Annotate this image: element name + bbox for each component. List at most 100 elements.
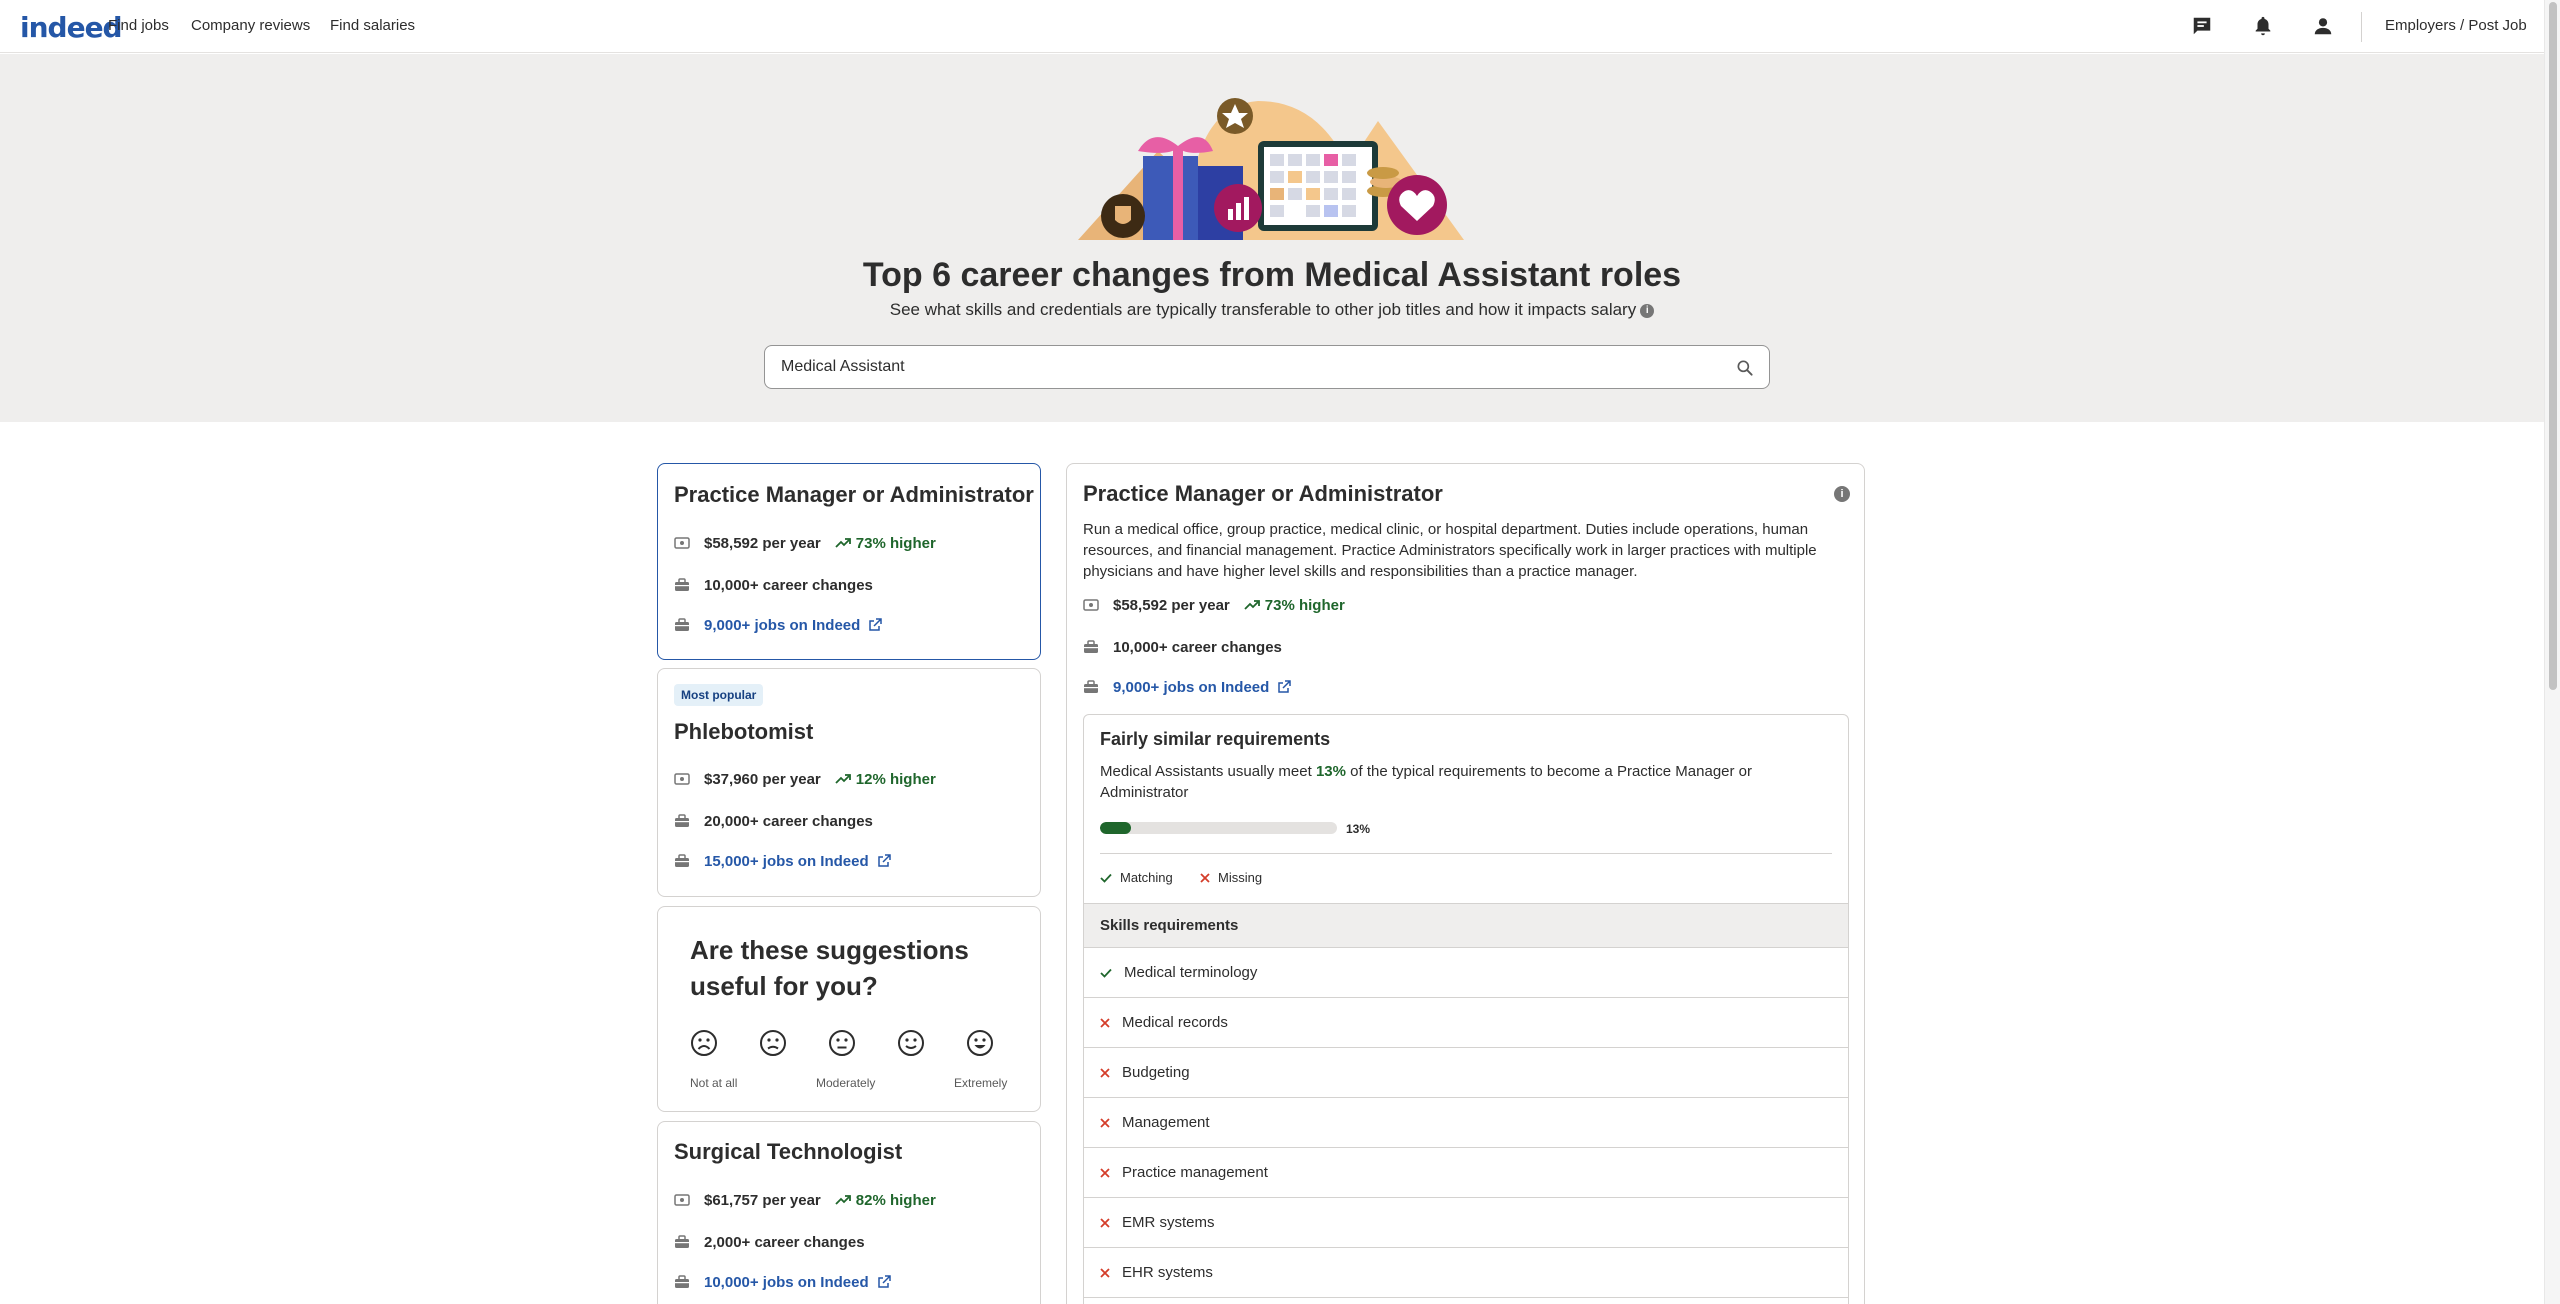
salary-comparison-text: 73% higher	[1264, 596, 1345, 614]
jobs-on-indeed-link[interactable]: 10,000+ jobs on Indeed	[704, 1274, 891, 1291]
employers-post-job-link[interactable]: Employers / Post Job	[2385, 17, 2527, 34]
legend-matching: Matching	[1100, 870, 1173, 885]
nav-company-reviews[interactable]: Company reviews	[191, 17, 310, 34]
career-card-title: Phlebotomist	[674, 719, 814, 744]
career-card-phlebotomist[interactable]: Most popular Phlebotomist $37,960 per ye…	[657, 668, 1041, 897]
salary-icon	[1083, 597, 1099, 613]
salary-icon	[674, 771, 690, 787]
jobs-on-indeed-link[interactable]: 9,000+ jobs on Indeed	[1113, 678, 1292, 696]
label-moderately: Moderately	[816, 1076, 876, 1090]
close-icon	[1100, 1067, 1110, 1078]
trending-up-icon	[835, 1195, 851, 1205]
skill-row: EMR systems	[1084, 1198, 1848, 1248]
indeed-logo[interactable]: indeed	[20, 11, 123, 44]
salary-row: $37,960 per year 12% higher	[674, 768, 936, 790]
close-icon	[1100, 1017, 1110, 1028]
legend-missing-label: Missing	[1218, 870, 1263, 885]
very-dissatisfied-face-icon[interactable]	[690, 1029, 718, 1057]
page-title: Top 6 career changes from Medical Assist…	[862, 256, 1682, 294]
skill-row: EHR systems	[1084, 1248, 1848, 1298]
jobs-on-indeed-link[interactable]: 15,000+ jobs on Indeed	[704, 853, 891, 870]
feedback-card: Are these suggestions useful for you? No…	[657, 906, 1041, 1112]
close-icon	[1100, 1267, 1110, 1278]
skill-row: Medical records	[1084, 998, 1848, 1048]
external-link-icon	[1278, 680, 1292, 693]
dissatisfied-face-icon[interactable]	[759, 1029, 787, 1057]
most-popular-badge: Most popular	[674, 684, 764, 706]
neutral-face-icon[interactable]	[828, 1029, 856, 1057]
label-extremely: Extremely	[954, 1076, 1008, 1090]
legend-matching-label: Matching	[1120, 870, 1173, 885]
jobs-on-indeed-link[interactable]: 9,000+ jobs on Indeed	[704, 616, 883, 634]
match-progress-fill	[1100, 822, 1131, 834]
skill-name: Medical records	[1122, 1014, 1228, 1031]
career-changes-value: 2,000+ career changes	[704, 1233, 865, 1251]
skill-name: Medical terminology	[1124, 964, 1258, 981]
detail-description: Run a medical office, group practice, me…	[1083, 521, 1817, 580]
nav-find-salaries[interactable]: Find salaries	[330, 17, 415, 34]
trending-up-icon	[835, 774, 851, 784]
notifications-icon[interactable]	[2250, 13, 2276, 39]
jobs-on-indeed-text: 9,000+ jobs on Indeed	[1113, 678, 1270, 696]
requirements-divider	[1100, 853, 1832, 854]
jobs-on-indeed-text: 9,000+ jobs on Indeed	[704, 616, 861, 634]
requirements-percent: 13%	[1315, 763, 1346, 780]
scrollbar-thumb[interactable]	[2549, 2, 2557, 690]
info-icon[interactable]: i	[1640, 303, 1655, 318]
skill-name: EHR systems	[1122, 1264, 1213, 1281]
satisfied-face-icon[interactable]	[897, 1029, 925, 1057]
skill-row: Budgeting	[1084, 1048, 1848, 1098]
salary-comparison: 73% higher	[1244, 597, 1345, 614]
feedback-question: Are these suggestions useful for you?	[690, 935, 969, 1001]
jobs-row: 9,000+ jobs on Indeed	[674, 614, 883, 636]
briefcase-icon	[674, 577, 690, 593]
skill-row: Medical terminology	[1084, 948, 1848, 998]
requirements-summary-start: Medical Assistants usually meet	[1100, 763, 1316, 780]
jobs-on-indeed-text: 10,000+ jobs on Indeed	[704, 1273, 869, 1291]
career-changes-row: 20,000+ career changes	[674, 810, 873, 832]
career-card-practice-manager[interactable]: Practice Manager or Administrator $58,59…	[657, 463, 1041, 660]
trending-up-icon	[835, 538, 851, 548]
messages-icon[interactable]	[2189, 13, 2215, 39]
info-icon[interactable]: i	[1834, 486, 1850, 502]
career-changes-row: 2,000+ career changes	[674, 1231, 865, 1253]
close-icon	[1100, 1117, 1110, 1128]
very-satisfied-face-icon[interactable]	[966, 1029, 994, 1057]
salary-value: $37,960 per year	[704, 770, 821, 788]
search-icon[interactable]	[1735, 358, 1755, 378]
career-changes-value: 10,000+ career changes	[704, 576, 873, 594]
page-subtitle-text: See what skills and credentials are typi…	[889, 300, 1637, 319]
skill-name: EMR systems	[1122, 1214, 1215, 1231]
career-card-title: Practice Manager or Administrator	[674, 482, 1034, 507]
skills-requirements-header: Skills requirements	[1084, 903, 1848, 948]
check-icon	[1100, 968, 1112, 978]
career-changes-row: 10,000+ career changes	[674, 574, 873, 596]
jobs-row: 10,000+ jobs on Indeed	[674, 1271, 891, 1293]
career-card-surgical-technologist[interactable]: Surgical Technologist $61,757 per year 8…	[657, 1121, 1041, 1304]
requirements-title: Fairly similar requirements	[1100, 729, 1331, 749]
page-subtitle: See what skills and credentials are typi…	[0, 300, 2544, 320]
requirements-summary: Medical Assistants usually meet 13% of t…	[1100, 761, 1800, 803]
briefcase-icon	[1083, 639, 1099, 655]
salary-value: $61,757 per year	[704, 1191, 821, 1209]
jobs-row: 9,000+ jobs on Indeed	[1083, 676, 1292, 698]
detail-title: Practice Manager or Administrator	[1083, 481, 1443, 506]
salary-comparison-text: 12% higher	[855, 770, 936, 788]
briefcase-icon	[1083, 679, 1099, 695]
briefcase-icon	[674, 853, 690, 869]
account-icon[interactable]	[2310, 13, 2336, 39]
search-input[interactable]	[781, 346, 1681, 388]
career-changes-row: 10,000+ career changes	[1083, 636, 1282, 658]
salary-icon	[674, 535, 690, 551]
legend-missing: Missing	[1200, 870, 1262, 885]
nav-find-jobs[interactable]: Find jobs	[108, 17, 169, 34]
external-link-icon	[877, 1275, 891, 1288]
salary-row: $58,592 per year 73% higher	[1083, 594, 1345, 616]
career-changes-value: 10,000+ career changes	[1113, 638, 1282, 656]
salary-icon	[674, 1192, 690, 1208]
external-link-icon	[869, 618, 883, 631]
skill-name: Practice management	[1122, 1164, 1268, 1181]
page-scrollbar[interactable]	[2544, 0, 2560, 1304]
career-card-title: Surgical Technologist	[674, 1139, 903, 1164]
salary-row: $58,592 per year 73% higher	[674, 532, 936, 554]
